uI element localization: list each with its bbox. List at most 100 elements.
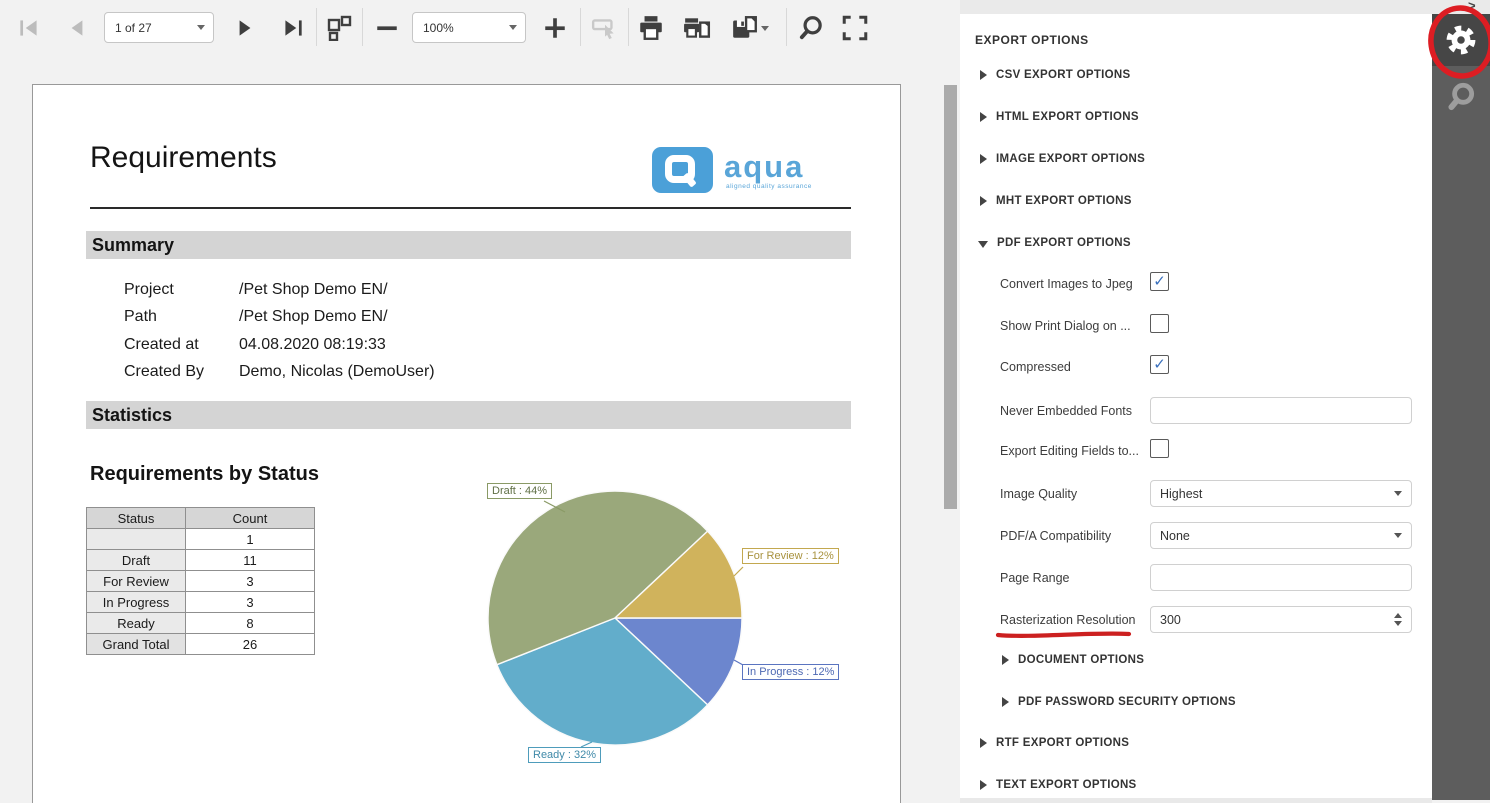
pie-label-draft: Draft : 44% (487, 483, 552, 499)
chevron-right-icon (980, 196, 987, 206)
status-cell: Draft (87, 550, 186, 571)
leader-line-for-review (734, 567, 743, 576)
previous-page-button[interactable] (62, 13, 92, 43)
search-tab[interactable] (1432, 72, 1490, 122)
table-row: 1 (87, 529, 315, 550)
section-mht-export-options[interactable]: MHT EXPORT OPTIONS (980, 195, 1132, 207)
last-page-icon (280, 15, 306, 41)
viewer-toolbar: 1 of 27 100% (0, 0, 960, 56)
section-pdf-password-security-options[interactable]: PDF PASSWORD SECURITY OPTIONS (1002, 696, 1236, 708)
chevron-down-icon (1394, 533, 1402, 538)
page-selector[interactable]: 1 of 27 (104, 12, 214, 43)
rasterization-resolution-value: 300 (1160, 613, 1181, 627)
toolbar-separator (786, 8, 787, 46)
table-grand-total-row: Grand Total 26 (87, 634, 315, 655)
section-document-options[interactable]: DOCUMENT OPTIONS (1002, 654, 1144, 666)
first-page-button[interactable] (14, 13, 44, 43)
field-label: Path (124, 308, 157, 326)
chevron-right-icon (1002, 655, 1009, 665)
option-label-rasterization-resolution: Rasterization Resolution (1000, 613, 1136, 627)
export-editing-fields-checkbox[interactable] (1150, 439, 1169, 458)
show-print-dialog-checkbox[interactable] (1150, 314, 1169, 333)
aqua-logo-tagline: aligned quality assurance (726, 183, 812, 190)
table-header-row: Status Count (87, 508, 315, 529)
image-quality-select[interactable]: Highest (1150, 480, 1412, 507)
image-quality-value: Highest (1160, 487, 1202, 501)
option-label-show-print-dialog: Show Print Dialog on ... (1000, 319, 1131, 333)
option-label-export-editing-fields: Export Editing Fields to... (1000, 444, 1139, 458)
never-embedded-fonts-input[interactable] (1150, 397, 1412, 424)
zoom-selector-value: 100% (423, 21, 501, 35)
export-button[interactable] (728, 13, 772, 43)
page-range-input[interactable] (1150, 564, 1412, 591)
aqua-logo-wordmark: aqua (724, 149, 804, 185)
search-icon (797, 14, 825, 42)
toolbar-separator (580, 8, 581, 46)
export-settings-tab[interactable] (1432, 14, 1490, 66)
title-divider (90, 207, 851, 209)
summary-section-header: Summary (86, 231, 851, 259)
zoom-selector[interactable]: 100% (412, 12, 526, 43)
table-row: In Progress 3 (87, 592, 315, 613)
count-cell: 26 (186, 634, 315, 655)
status-cell: In Progress (87, 592, 186, 613)
chevron-down-icon (1394, 491, 1402, 496)
section-html-export-options[interactable]: HTML EXPORT OPTIONS (980, 111, 1139, 123)
pdfa-compatibility-select[interactable]: None (1150, 522, 1412, 549)
report-title: Requirements (90, 141, 277, 175)
aqua-logo-mark (652, 147, 713, 193)
column-header-status: Status (87, 508, 186, 529)
option-label-image-quality: Image Quality (1000, 487, 1077, 501)
next-page-button[interactable] (230, 13, 260, 43)
print-button[interactable] (636, 13, 666, 43)
spinner-up-icon[interactable] (1394, 613, 1402, 618)
export-options-panel: EXPORT OPTIONS CSV EXPORT OPTIONS HTML E… (960, 14, 1432, 798)
section-rtf-export-options[interactable]: RTF EXPORT OPTIONS (980, 737, 1129, 749)
convert-images-to-jpeg-checkbox[interactable] (1150, 272, 1169, 291)
field-value: 04.08.2020 08:19:33 (239, 336, 386, 354)
statistics-section-header: Statistics (86, 401, 851, 429)
rasterization-resolution-spinner[interactable]: 300 (1150, 606, 1412, 633)
collapse-panel-chevron[interactable]: > (1468, 0, 1476, 13)
previous-page-icon (64, 15, 90, 41)
print-page-button[interactable] (682, 13, 712, 43)
chevron-down-icon (197, 25, 205, 30)
chevron-down-icon (761, 26, 769, 31)
chevron-right-icon (980, 154, 987, 164)
compressed-checkbox[interactable] (1150, 355, 1169, 374)
section-text-export-options[interactable]: TEXT EXPORT OPTIONS (980, 779, 1137, 791)
count-cell: 3 (186, 571, 315, 592)
search-button[interactable] (796, 13, 826, 43)
export-icon (731, 14, 759, 42)
highlight-editing-fields-button[interactable] (590, 13, 620, 43)
toolbar-separator (362, 8, 363, 46)
document-scrollbar-thumb[interactable] (944, 85, 957, 509)
field-value: Demo, Nicolas (DemoUser) (239, 363, 435, 381)
section-pdf-export-options[interactable]: PDF EXPORT OPTIONS (978, 237, 1131, 249)
multipage-view-button[interactable] (324, 13, 354, 43)
field-value: /Pet Shop Demo EN/ (239, 308, 388, 326)
section-csv-export-options[interactable]: CSV EXPORT OPTIONS (980, 69, 1130, 81)
toolbar-separator (628, 8, 629, 46)
pie-label-for-review: For Review : 12% (742, 548, 839, 564)
editing-fields-icon (591, 14, 619, 42)
status-pie-chart: Draft : 44% For Review : 12% In Progress… (461, 471, 841, 783)
section-image-export-options[interactable]: IMAGE EXPORT OPTIONS (980, 153, 1145, 165)
panel-title: EXPORT OPTIONS (975, 33, 1089, 47)
search-icon (1445, 81, 1477, 113)
field-value: /Pet Shop Demo EN/ (239, 281, 388, 299)
zoom-out-button[interactable] (372, 13, 402, 43)
field-label: Created at (124, 336, 199, 354)
count-cell: 1 (186, 529, 315, 550)
table-row: Ready 8 (87, 613, 315, 634)
fullscreen-button[interactable] (840, 13, 870, 43)
spinner-down-icon[interactable] (1394, 621, 1402, 626)
table-row: For Review 3 (87, 571, 315, 592)
field-label: Project (124, 281, 174, 299)
right-side-toolbar (1432, 14, 1490, 800)
status-cell: Grand Total (87, 634, 186, 655)
last-page-button[interactable] (278, 13, 308, 43)
zoom-in-button[interactable] (540, 13, 570, 43)
plus-icon (542, 15, 568, 41)
pdfa-compatibility-value: None (1160, 529, 1190, 543)
